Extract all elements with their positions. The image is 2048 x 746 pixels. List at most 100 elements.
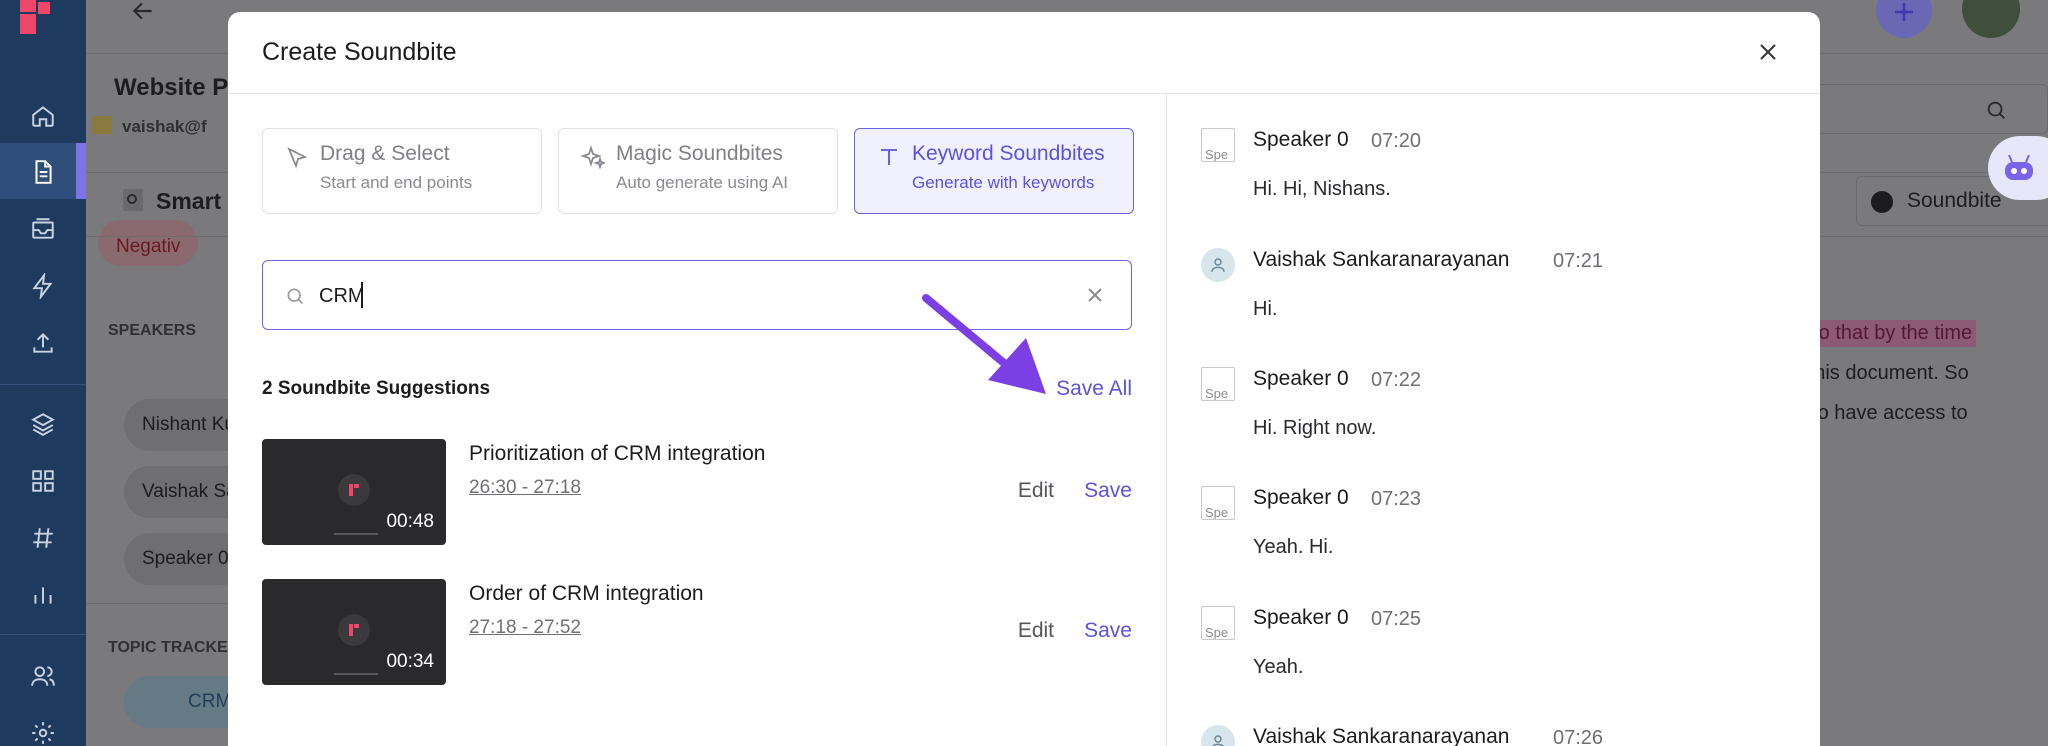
app-logo-icon (349, 624, 359, 636)
cursor-select-icon (287, 147, 308, 169)
tab-drag-select[interactable]: Drag & Select Start and end points (262, 128, 542, 214)
sidebar-users-icon[interactable] (22, 655, 64, 697)
soundbite-title: Prioritization of CRM integration (469, 442, 766, 465)
search-icon (1987, 101, 2005, 119)
back-arrow-icon[interactable] (130, 0, 156, 24)
thumbnail-caption (334, 533, 378, 535)
timestamp: 07:25 (1371, 608, 1422, 630)
timestamp: 07:21 (1553, 250, 1604, 272)
user-icon (1212, 735, 1224, 746)
topic-tracker-heading: TOPIC TRACKE (108, 639, 228, 656)
tab-subtitle: Auto generate using AI (616, 173, 789, 192)
speaker-avatar (1201, 725, 1235, 746)
avatar-alt-text: Spe (1205, 505, 1229, 520)
speaker-name: Vaishak Sankaranarayanan (1253, 725, 1510, 746)
speaker-name: Speaker 0 (1253, 367, 1349, 390)
suggestions-count: 2 Soundbite Suggestions (262, 378, 491, 399)
sidebar-hashtag-icon[interactable] (22, 517, 64, 559)
suggestion-item: 00:48 Prioritization of CRM integration … (262, 439, 1132, 545)
transcript-text: Yeah. Hi. (1253, 536, 1334, 558)
speaker-avatar: Spe (1201, 606, 1235, 640)
save-button[interactable]: Save (1084, 479, 1132, 503)
sidebar-divider (0, 384, 86, 385)
tab-magic-soundbites[interactable]: Magic Soundbites Auto generate using AI (558, 128, 838, 214)
soundbite-time-range[interactable]: 26:30 - 27:18 (469, 477, 581, 499)
plus-icon (1895, 3, 1913, 21)
annotation-arrow-icon (922, 294, 1046, 394)
modal-header: Create Soundbite (228, 12, 1820, 94)
close-button[interactable] (1752, 36, 1784, 68)
sidebar-settings-icon[interactable] (22, 712, 64, 746)
speaker-name: Vaishak Sankaranarayanan (1253, 248, 1510, 271)
sidebar-divider (0, 634, 86, 635)
page-title: Website Po (114, 74, 243, 101)
sidebar-documents-icon[interactable] (22, 151, 64, 193)
save-button[interactable]: Save (1084, 619, 1132, 643)
transcript-text: Hi. Right now. (1253, 417, 1377, 439)
assistant-bot-button[interactable] (1988, 136, 2048, 200)
folder-icon (92, 116, 112, 134)
soundbite-icon (1871, 191, 1893, 213)
edit-button[interactable]: Edit (1018, 479, 1054, 503)
soundbite-button-label: Soundbite (1907, 189, 2002, 212)
left-sidebar (0, 0, 86, 746)
speaker-avatar: Spe (1201, 486, 1235, 520)
avatar-alt-text: Spe (1205, 625, 1229, 640)
sidebar-home-icon[interactable] (22, 95, 64, 137)
close-icon (1760, 44, 1776, 60)
thumbnail-caption (334, 673, 378, 675)
transcript-text: Yeah. (1253, 656, 1304, 678)
duration-label: 00:34 (386, 651, 434, 672)
speaker-avatar (1201, 248, 1235, 282)
robot-icon (2005, 154, 2033, 180)
timestamp: 07:26 (1553, 727, 1604, 746)
speaker-name: Speaker 0 (1253, 606, 1349, 629)
tab-subtitle: Generate with keywords (912, 173, 1095, 192)
edit-button[interactable]: Edit (1018, 619, 1054, 643)
create-plus-button[interactable] (1876, 0, 1932, 38)
save-all-button[interactable]: Save All (1056, 377, 1132, 401)
soundbite-time-range[interactable]: 27:18 - 27:52 (469, 617, 581, 639)
clear-icon[interactable] (1083, 283, 1107, 307)
app-logo-icon (349, 484, 359, 496)
sidebar-inbox-icon[interactable] (22, 208, 64, 250)
duration-label: 00:48 (386, 511, 434, 532)
speaker-avatar: Spe (1201, 367, 1235, 401)
speaker-name: Speaker 0 (1253, 486, 1349, 509)
sidebar-upload-icon[interactable] (22, 322, 64, 364)
tab-title: Drag & Select (320, 142, 450, 165)
avatar-alt-text: Spe (1205, 386, 1229, 401)
speaker-avatar: Spe (1201, 128, 1235, 162)
video-thumbnail[interactable]: 00:48 (262, 439, 446, 545)
text-t-icon (881, 149, 897, 165)
thumbnail-logo-icon (338, 474, 370, 506)
modal-title: Create Soundbite (262, 38, 457, 66)
negative-tag: Negativ (98, 220, 199, 266)
user-email: vaishak@f (122, 117, 207, 136)
speakers-heading: SPEAKERS (108, 322, 197, 339)
video-thumbnail[interactable]: 00:34 (262, 579, 446, 685)
transcript-text: Hi. (1253, 298, 1278, 320)
timestamp: 07:23 (1371, 488, 1422, 510)
create-soundbite-modal: Create Soundbite Drag & Select Start and… (228, 12, 1820, 746)
soundbite-title: Order of CRM integration (469, 582, 704, 605)
tab-subtitle: Start and end points (320, 173, 473, 192)
sidebar-layers-icon[interactable] (22, 403, 64, 445)
tab-title: Keyword Soundbites (912, 142, 1105, 165)
sidebar-analytics-icon[interactable] (22, 574, 64, 616)
thumbnail-logo-icon (338, 614, 370, 646)
tab-title: Magic Soundbites (616, 142, 783, 165)
search-icon (287, 288, 304, 305)
text-cursor (361, 282, 363, 308)
timestamp: 07:20 (1371, 130, 1422, 152)
suggestion-item: 00:34 Order of CRM integration 27:18 - 2… (262, 579, 1132, 685)
sidebar-lightning-icon[interactable] (22, 265, 64, 307)
smart-search-icon (123, 189, 143, 211)
speaker-name: Speaker 0 (1253, 128, 1349, 151)
sidebar-apps-grid-icon[interactable] (22, 460, 64, 502)
tab-keyword-soundbites[interactable]: Keyword Soundbites Generate with keyword… (854, 128, 1134, 214)
transcript-panel: Spe Speaker 0 07:20 Hi. Hi, Nishans. Vai… (1166, 94, 1820, 746)
divider (86, 603, 228, 604)
app-logo-icon (20, 0, 50, 34)
user-avatar[interactable] (1962, 0, 2020, 38)
